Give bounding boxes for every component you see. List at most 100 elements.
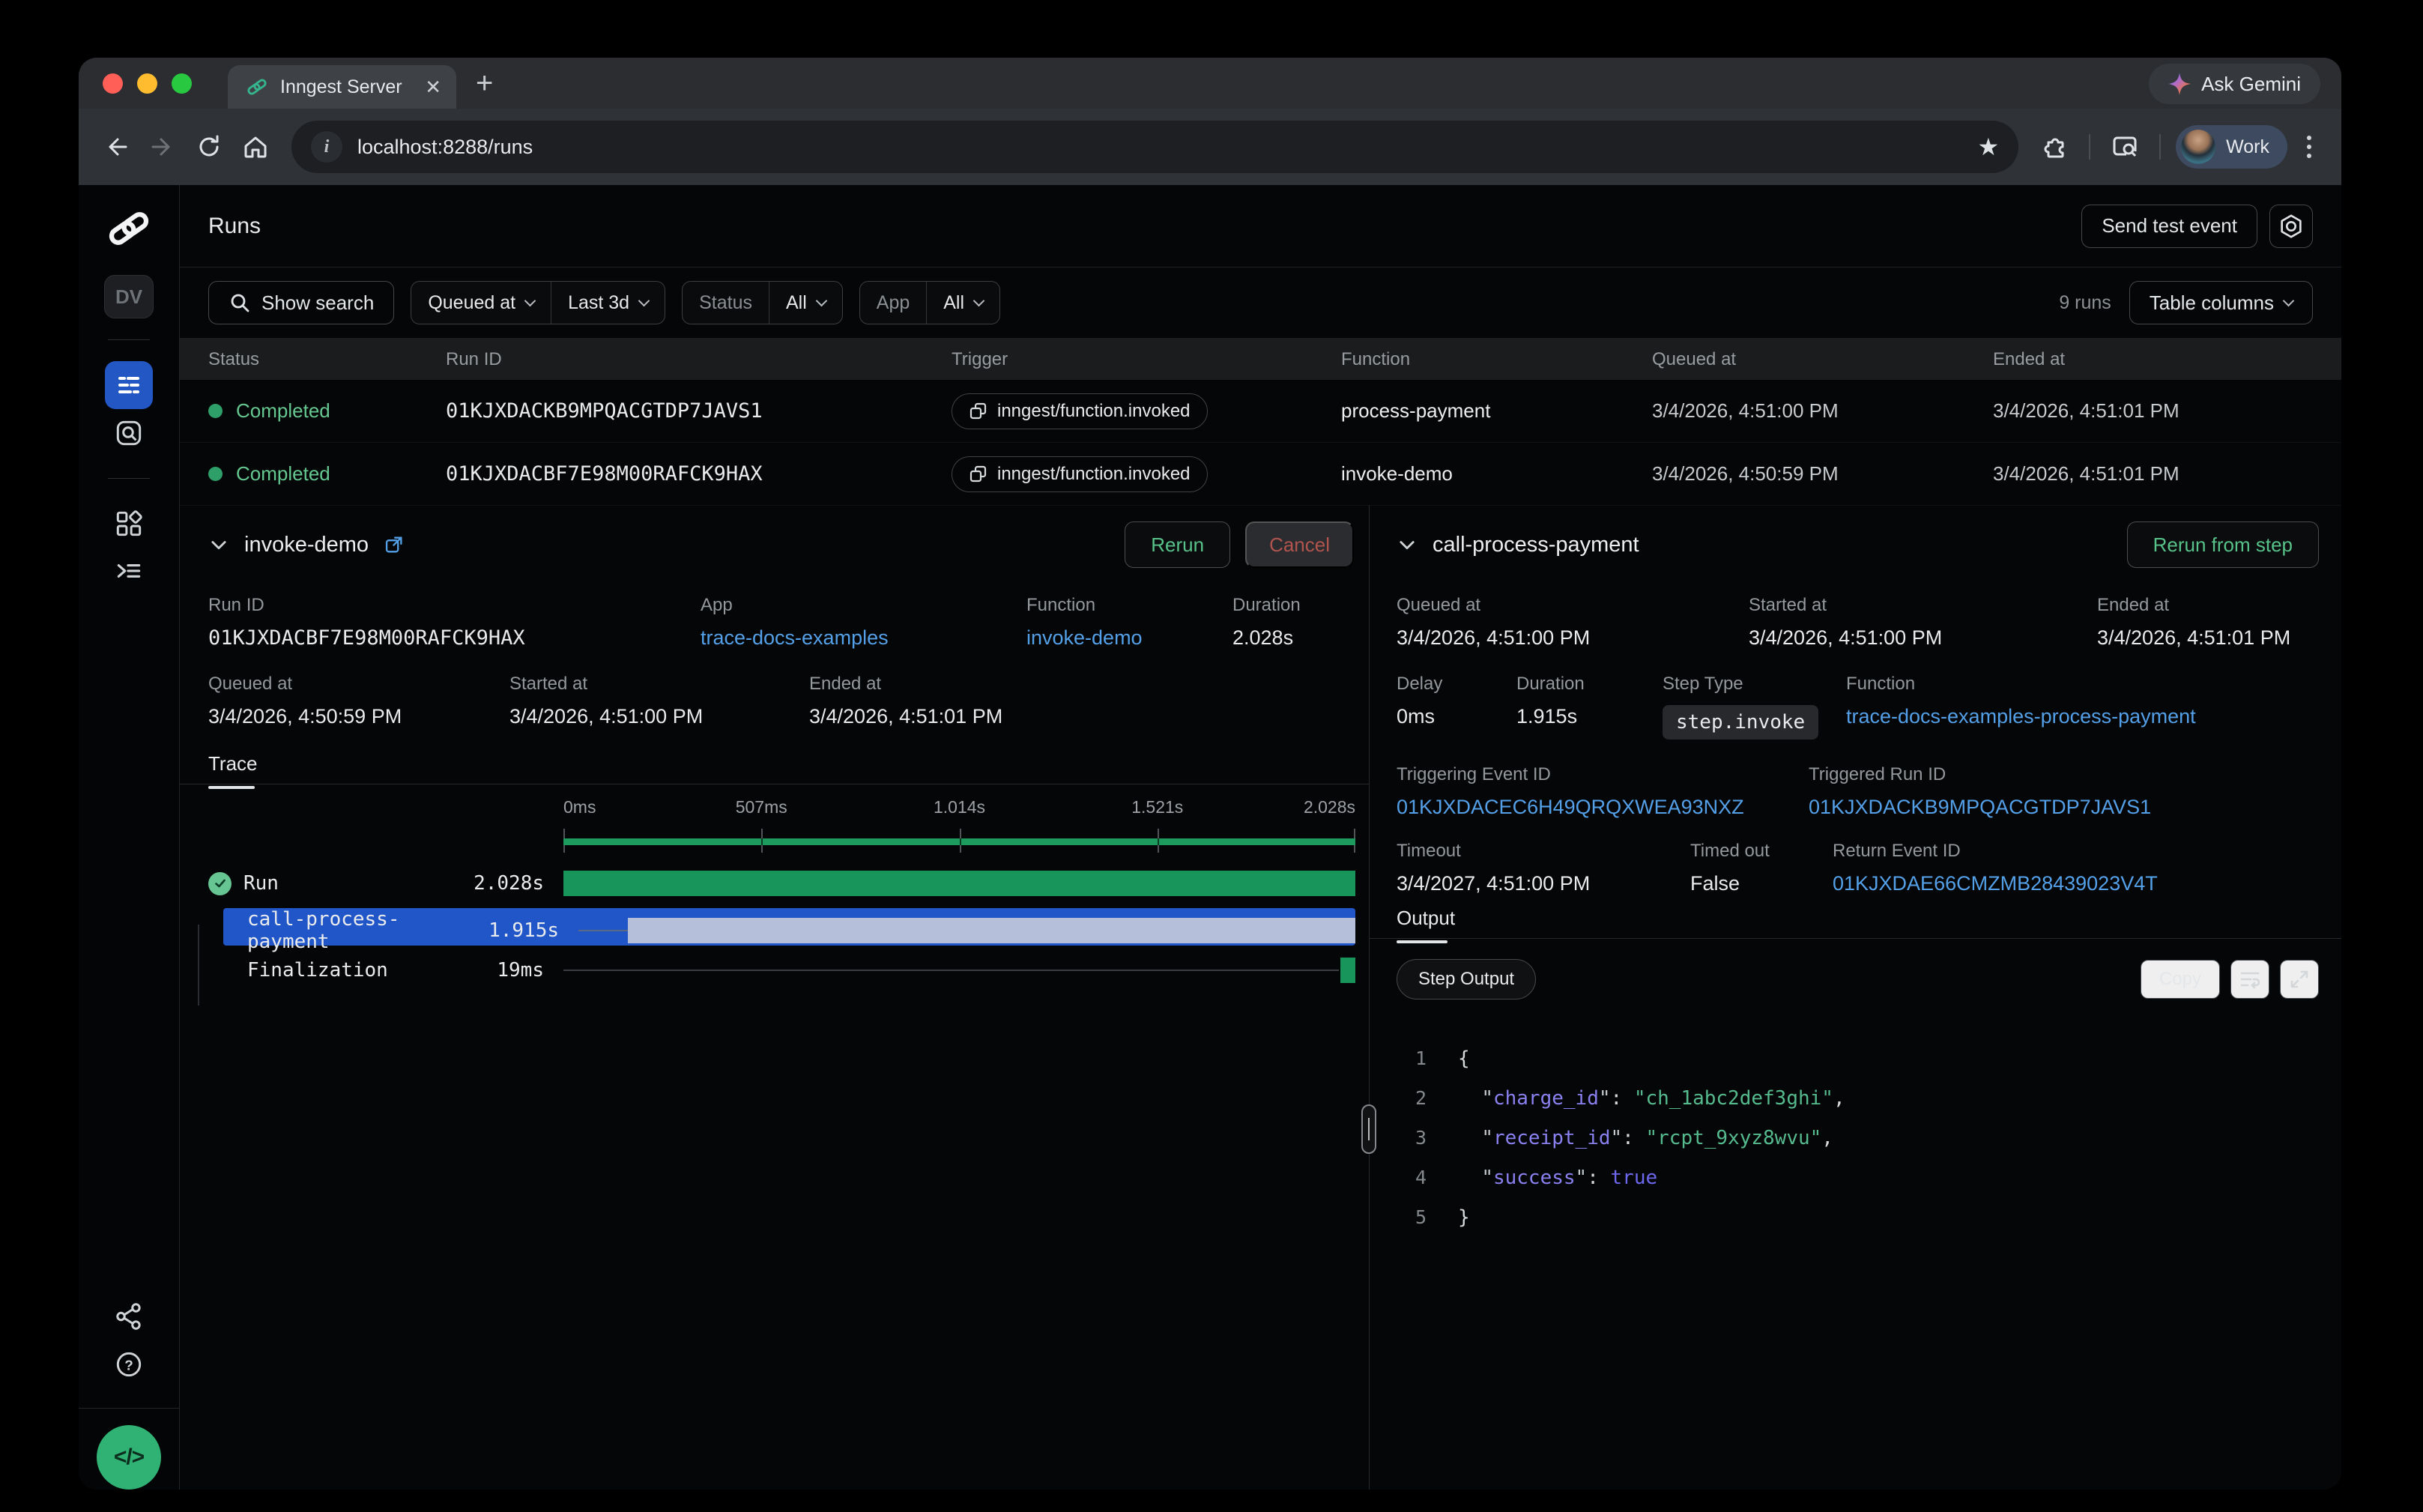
rerun-button[interactable]: Rerun bbox=[1125, 521, 1230, 568]
status-label: Completed bbox=[236, 462, 330, 486]
col-run-id: Run ID bbox=[446, 349, 952, 370]
copy-button[interactable]: Copy bbox=[2141, 960, 2220, 999]
reload-icon[interactable] bbox=[190, 127, 229, 166]
ended-at-label: Ended at bbox=[2097, 595, 2290, 616]
triggered-run-id-link[interactable]: 01KJXDACKB9MPQACGTDP7JAVS1 bbox=[1809, 796, 2151, 819]
url-text[interactable]: localhost:8288/runs bbox=[357, 136, 1962, 159]
duration-value: 1.915s bbox=[1516, 705, 1663, 728]
status-filter-dropdown[interactable]: All bbox=[769, 282, 842, 324]
axis-tick-label: 1.521s bbox=[1131, 797, 1183, 817]
run-info-row-2: Queued at 3/4/2026, 4:50:59 PM Started a… bbox=[208, 674, 1002, 728]
show-search-button[interactable]: Show search bbox=[208, 281, 394, 324]
new-tab-button[interactable]: + bbox=[476, 68, 493, 98]
table-row[interactable]: Completed 01KJXDACBF7E98M00RAFCK9HAX inn… bbox=[180, 443, 2341, 506]
col-ended-at: Ended at bbox=[1993, 349, 2341, 370]
inngest-dev-server: DV bbox=[79, 185, 2341, 1490]
run-id-label: Run ID bbox=[208, 595, 701, 616]
table-columns-button[interactable]: Table columns bbox=[2129, 281, 2313, 324]
minimize-window-button[interactable] bbox=[137, 73, 157, 94]
help-icon[interactable]: ? bbox=[105, 1340, 153, 1388]
output-tab-label: Output bbox=[1397, 907, 1455, 930]
started-at-label: Started at bbox=[509, 674, 809, 695]
app-link[interactable]: trace-docs-examples bbox=[701, 626, 1026, 650]
ended-at-label: Ended at bbox=[809, 674, 1002, 695]
browser-tab[interactable]: Inngest Server ✕ bbox=[228, 65, 456, 109]
ask-gemini-button[interactable]: Ask Gemini bbox=[2149, 64, 2320, 104]
function-label: Function bbox=[1026, 595, 1232, 616]
inngest-favicon bbox=[246, 76, 268, 98]
collapse-chevron-icon[interactable] bbox=[1397, 534, 1418, 555]
step-type-label: Step Type bbox=[1663, 674, 1846, 695]
trigger-pill[interactable]: inngest/function.invoked bbox=[952, 393, 1208, 429]
time-field-dropdown[interactable]: Queued at bbox=[411, 282, 551, 324]
run-id: 01KJXDACKB9MPQACGTDP7JAVS1 bbox=[446, 399, 952, 423]
ended-at-value: 3/4/2026, 4:51:01 PM bbox=[1993, 399, 2341, 423]
window-controls bbox=[103, 73, 192, 94]
tab-search-icon[interactable] bbox=[2105, 127, 2144, 166]
span-duration: 19ms bbox=[497, 959, 544, 982]
env-badge[interactable]: DV bbox=[104, 275, 154, 318]
close-window-button[interactable] bbox=[103, 73, 123, 94]
sidebar-item-apps[interactable] bbox=[105, 500, 153, 548]
step-span-bar bbox=[628, 918, 1355, 943]
expand-button[interactable] bbox=[2280, 960, 2319, 999]
send-test-event-button[interactable]: Send test event bbox=[2081, 205, 2257, 248]
return-event-id-link[interactable]: 01KJXDAE66CMZMB28439023V4T bbox=[1833, 872, 2158, 895]
pane-resize-handle[interactable] bbox=[1361, 1104, 1376, 1154]
extensions-icon[interactable] bbox=[2035, 127, 2074, 166]
trace-row-call-process-payment[interactable]: call-process-payment 1.915s bbox=[223, 908, 1355, 946]
back-icon[interactable] bbox=[97, 127, 136, 166]
app-filter: App All bbox=[859, 281, 1000, 324]
col-status: Status bbox=[208, 349, 446, 370]
step-output-pill[interactable]: Step Output bbox=[1397, 959, 1536, 1000]
cancel-button[interactable]: Cancel bbox=[1245, 521, 1354, 568]
active-tab-underline bbox=[1397, 940, 1448, 943]
axis-tick-label: 507ms bbox=[736, 797, 787, 817]
span-name: Finalization bbox=[247, 959, 388, 982]
address-bar[interactable]: i localhost:8288/runs ★ bbox=[291, 121, 2018, 173]
axis-tick-label: 2.028s bbox=[1304, 797, 1355, 817]
status-filter-label: Status bbox=[699, 292, 752, 314]
forward-icon[interactable] bbox=[143, 127, 182, 166]
trace-row-run[interactable]: Run 2.028s bbox=[208, 865, 1355, 902]
maximize-window-button[interactable] bbox=[172, 73, 192, 94]
profile-button[interactable]: Work bbox=[2176, 125, 2287, 169]
chevron-down-icon bbox=[973, 294, 985, 306]
table-row[interactable]: Completed 01KJXDACKB9MPQACGTDP7JAVS1 inn… bbox=[180, 380, 2341, 443]
rerun-from-step-button[interactable]: Rerun from step bbox=[2127, 521, 2319, 568]
home-icon[interactable] bbox=[236, 127, 275, 166]
external-link-icon[interactable] bbox=[384, 534, 405, 555]
svg-text:?: ? bbox=[124, 1358, 133, 1373]
duration-value: 2.028s bbox=[1232, 626, 1301, 650]
app-filter-dropdown[interactable]: All bbox=[926, 282, 999, 324]
run-detail-pane: invoke-demo Rerun Cancel Run ID 01KJXDAC… bbox=[180, 505, 1370, 1490]
trigger-pill[interactable]: inngest/function.invoked bbox=[952, 456, 1208, 492]
sidebar-item-functions[interactable] bbox=[105, 548, 153, 596]
trace-row-finalization[interactable]: Finalization 19ms bbox=[208, 952, 1355, 989]
completed-check-icon bbox=[208, 872, 232, 895]
function-link[interactable]: invoke-demo bbox=[1026, 626, 1232, 650]
sidebar-item-events[interactable] bbox=[105, 409, 153, 457]
avatar bbox=[2181, 130, 2215, 164]
share-icon[interactable] bbox=[105, 1292, 153, 1340]
inngest-logo bbox=[105, 205, 153, 252]
step-type-chip: step.invoke bbox=[1663, 705, 1818, 740]
time-filter: Queued at Last 3d bbox=[411, 281, 665, 324]
code-block[interactable]: 1{2 "charge_id": "ch_1abc2def3ghi",3 "re… bbox=[1397, 1038, 2319, 1237]
sidebar-item-runs[interactable] bbox=[105, 361, 153, 409]
run-id: 01KJXDACBF7E98M00RAFCK9HAX bbox=[446, 462, 952, 486]
dev-tools-button[interactable]: </> bbox=[97, 1425, 161, 1490]
settings-button[interactable] bbox=[2269, 205, 2313, 248]
word-wrap-button[interactable] bbox=[2230, 960, 2269, 999]
triggering-event-id-link[interactable]: 01KJXDACEC6H49QRQXWEA93NXZ bbox=[1397, 796, 1809, 819]
detail-split: invoke-demo Rerun Cancel Run ID 01KJXDAC… bbox=[180, 505, 2341, 1490]
tab-close-icon[interactable]: ✕ bbox=[425, 77, 441, 97]
browser-menu-icon[interactable] bbox=[2295, 136, 2323, 158]
collapse-chevron-icon[interactable] bbox=[208, 534, 229, 555]
timeline-minimap[interactable] bbox=[208, 826, 1355, 859]
site-info-icon[interactable]: i bbox=[311, 131, 342, 163]
step-function-link[interactable]: trace-docs-examples-process-payment bbox=[1846, 705, 2196, 728]
time-range-dropdown[interactable]: Last 3d bbox=[551, 282, 665, 324]
show-search-label: Show search bbox=[261, 291, 374, 315]
bookmark-star-icon[interactable]: ★ bbox=[1977, 133, 1999, 161]
